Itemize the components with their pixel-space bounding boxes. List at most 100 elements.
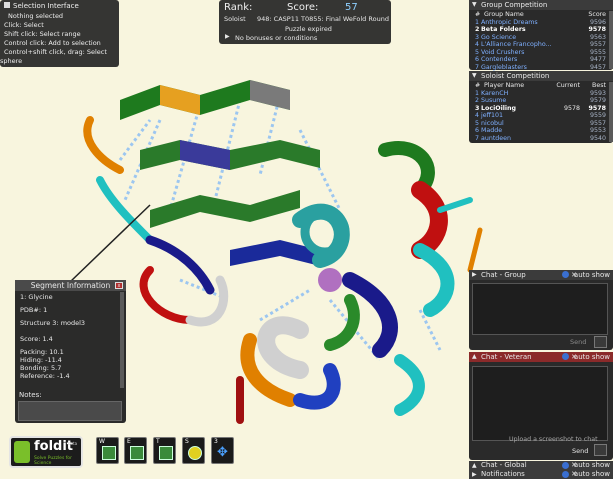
tool-s-button[interactable]: S <box>182 437 205 464</box>
scrollbar[interactable] <box>120 292 124 388</box>
bonding-score: Bonding: 5.7 <box>20 364 62 372</box>
tool-3-button[interactable]: 3 ✥ <box>211 437 234 464</box>
table-row[interactable]: 1 Anthropic Dreams 9596 <box>472 19 610 27</box>
table-row[interactable]: 1 KarenCH 9593 <box>472 90 610 98</box>
move-arrows-icon: ✥ <box>217 445 228 460</box>
send-button[interactable]: Send <box>570 338 586 346</box>
selection-line: Click: Select <box>4 21 44 29</box>
residue-blob <box>318 268 342 292</box>
table-row[interactable]: 4 L'Alliance Francopho... 9557 <box>472 41 610 49</box>
collapse-arrow-icon[interactable]: ▼ <box>472 71 477 81</box>
rank-label: Rank: <box>224 2 253 13</box>
row-label: Anthropic Dreams <box>481 18 538 26</box>
notifications-header[interactable]: ▶ Notifications ✕ auto show <box>469 470 613 479</box>
screenshot-icon[interactable] <box>594 444 607 456</box>
chat-global-header[interactable]: ▲ Chat - Global ✕ auto show <box>469 461 613 470</box>
send-button[interactable]: Send <box>572 447 588 455</box>
info-icon[interactable] <box>562 353 569 360</box>
chat-log[interactable] <box>472 366 608 441</box>
row-name: 1 <box>475 89 480 97</box>
row-label: Go Science <box>481 33 517 41</box>
row-score: 9596 <box>589 18 606 26</box>
table-row[interactable]: 5 Void Crushers 9555 <box>472 49 610 57</box>
row-label: Gargleblasters <box>481 63 527 71</box>
chat-group-header[interactable]: ▶ Chat - Group ✕ auto show <box>469 270 613 280</box>
collapse-arrow-icon[interactable]: ▼ <box>472 0 477 10</box>
collapse-arrow-icon[interactable]: ▲ <box>472 352 477 362</box>
screenshot-icon[interactable] <box>594 336 607 348</box>
expand-arrow-icon[interactable]: ▶ <box>225 33 230 40</box>
expand-arrow-icon[interactable]: ▶ <box>472 270 477 280</box>
tool-w-button[interactable]: W <box>96 437 119 464</box>
table-header: # Player Name Current Best <box>475 82 606 89</box>
row-score: 9457 <box>589 63 606 71</box>
chat-veteran-header[interactable]: ▲ Chat - Veteran ✕ auto show <box>469 352 613 362</box>
segment-info-title: Segment Information <box>15 280 126 291</box>
foldit-logo-mark <box>14 441 30 463</box>
close-icon[interactable]: x <box>115 282 123 289</box>
table-row[interactable]: 3 Go Science 9563 <box>472 34 610 42</box>
row-best: 9540 <box>589 134 606 142</box>
info-icon[interactable] <box>562 471 569 478</box>
row-label: L'Alliance Francopho... <box>481 41 552 48</box>
auto-show-toggle[interactable]: auto show <box>574 352 610 362</box>
soloist-competition-panel: ▼ Soloist Competition # Player Name Curre… <box>469 71 613 143</box>
chat-log[interactable] <box>472 283 608 335</box>
row-label: Void Crushers <box>481 48 525 56</box>
selection-line: Nothing selected <box>8 12 64 20</box>
soloist-label: Soloist <box>224 15 246 23</box>
chat-group-panel: ▶ Chat - Group ✕ auto show Send <box>469 270 613 350</box>
chat-veteran-panel: ▲ Chat - Veteran ✕ auto show Upload a scr… <box>469 352 613 460</box>
group-competition-header[interactable]: ▼ Group Competition <box>469 0 613 10</box>
table-row[interactable]: 7 auntdeen 9540 <box>472 135 610 143</box>
tool-e-button[interactable]: E <box>124 437 147 464</box>
tool-t-button[interactable]: T <box>153 437 176 464</box>
scrollbar[interactable] <box>609 82 613 142</box>
score-label: Score: <box>287 2 319 13</box>
row-best: 9553 <box>589 127 606 134</box>
auto-show-toggle[interactable]: auto show <box>574 461 610 470</box>
table-row[interactable]: 2 Beta Folders 9578 <box>472 26 610 34</box>
residue-name: 1: Glycine <box>20 293 53 301</box>
segment-score: Score: 1.4 <box>20 335 53 343</box>
row-name: 4 <box>475 112 480 119</box>
table-row[interactable]: 2 Susume 9579 <box>472 97 610 105</box>
screenshot-hint-tooltip: Upload a screenshot to chat <box>509 436 598 443</box>
table-header: # Group Name Score <box>475 11 606 18</box>
chat-global-panel: ▲ Chat - Global ✕ auto show <box>469 461 613 470</box>
info-icon[interactable] <box>562 271 569 278</box>
table-row[interactable]: 7 Gargleblasters 9457 <box>472 64 610 72</box>
table-row[interactable]: 5 nicobul 9557 <box>472 120 610 128</box>
collapse-arrow-icon[interactable]: ▲ <box>472 461 477 470</box>
table-row[interactable]: 3 LociOiling 9578 9578 <box>472 105 610 113</box>
logo-tagline: Solve Puzzles for Science <box>34 456 72 466</box>
tool-icon <box>130 446 144 460</box>
row-name: 7 <box>475 63 480 71</box>
table-row[interactable]: 4 jeff101 9559 <box>472 112 610 120</box>
segment-info-panel: Segment Information x 1: Glycine PDB#: 1… <box>15 280 126 423</box>
row-name: 3 <box>475 104 480 112</box>
notes-input[interactable] <box>18 401 122 421</box>
bonus-toggle[interactable]: No bonuses or conditions <box>235 34 317 42</box>
row-best: 9578 <box>588 104 606 112</box>
auto-show-toggle[interactable]: auto show <box>574 470 610 479</box>
table-row[interactable]: 6 Contenders 9477 <box>472 56 610 64</box>
row-label: auntdeen <box>481 134 512 142</box>
selection-line: Control+shift click, drag: Select <box>4 48 107 56</box>
soloist-competition-header[interactable]: ▼ Soloist Competition <box>469 71 613 81</box>
info-icon[interactable] <box>562 462 569 469</box>
row-current: 9578 <box>563 104 580 112</box>
row-name: 6 <box>475 56 480 63</box>
selection-interface-panel: Selection Interface Nothing selected Cli… <box>0 0 119 67</box>
row-score: 9557 <box>589 41 606 48</box>
row-label: LociOiling <box>481 104 517 112</box>
row-name: 5 <box>475 119 480 127</box>
table-row[interactable]: 6 Madde 9553 <box>472 127 610 135</box>
foldit-logo[interactable]: foldit beta Solve Puzzles for Science <box>9 436 83 468</box>
auto-show-toggle[interactable]: auto show <box>574 270 610 280</box>
row-score: 9477 <box>589 56 606 63</box>
puzzle-status: Puzzle expired <box>285 25 332 33</box>
selection-icon <box>4 2 10 8</box>
scrollbar[interactable] <box>609 11 613 69</box>
expand-arrow-icon[interactable]: ▶ <box>472 470 477 479</box>
